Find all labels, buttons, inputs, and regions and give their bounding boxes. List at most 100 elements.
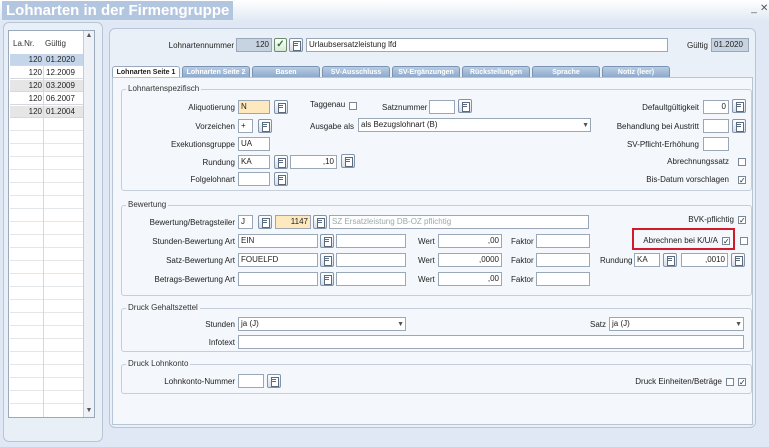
satznummer-field[interactable] xyxy=(429,100,455,114)
stunden-bewertung-lookup-icon[interactable] xyxy=(320,234,334,248)
ausgabe-select[interactable]: als Bezugslohnart (B) ▼ xyxy=(358,118,591,132)
bvk-label: BVK-pflichtig xyxy=(688,215,734,224)
behandlung-lookup-icon[interactable] xyxy=(732,119,746,133)
betragsteiler-field[interactable]: J xyxy=(238,215,253,229)
empty-list-row xyxy=(10,392,83,404)
satznummer-lookup-icon[interactable] xyxy=(458,99,472,113)
close-button[interactable]: ✕ xyxy=(760,4,768,14)
behandlung-field[interactable] xyxy=(703,119,729,133)
window-title: Lohnarten in der Firmengruppe xyxy=(2,1,234,20)
taggenau-checkbox[interactable] xyxy=(349,102,357,110)
vorzeichen-label: Vorzeichen xyxy=(195,122,235,131)
betragsteiler-number-lookup-icon[interactable] xyxy=(313,215,327,229)
empty-list-row xyxy=(10,275,83,287)
taggenau-label: Taggenau xyxy=(310,100,346,109)
empty-list-row xyxy=(10,171,83,183)
einheiten-checkbox[interactable] xyxy=(726,378,734,386)
column-divider xyxy=(43,55,44,417)
section-title: Bewertung xyxy=(126,200,169,209)
lohnart-history-list: La.Nr. Gültig 120 01.2020 120 12.2009 120 0… xyxy=(8,30,95,418)
gz-satz-select[interactable]: ja (J) ▼ xyxy=(609,317,744,331)
section-lohnartenspezifisch: Lohnartenspezifisch Aliquotierung N Tagg… xyxy=(121,84,752,191)
list-item[interactable]: 120 06.2007 xyxy=(10,93,83,105)
satz-faktor-field[interactable] xyxy=(536,253,590,267)
list-item[interactable]: 120 01.2020 xyxy=(10,54,83,66)
folgelohnart-field[interactable] xyxy=(238,172,270,186)
aliquotierung-lookup-icon[interactable] xyxy=(274,100,288,114)
minimize-button[interactable]: _ xyxy=(750,4,758,14)
defaultgueltigkeit-field[interactable]: 0 xyxy=(703,100,729,114)
folgelohnart-lookup-icon[interactable] xyxy=(274,172,288,186)
rundung-value-field[interactable]: ,10 xyxy=(290,155,337,169)
betrags-faktor-field[interactable] xyxy=(536,272,590,286)
scroll-down-icon[interactable]: ▼ xyxy=(85,407,93,415)
empty-list-row xyxy=(10,379,83,391)
satz-bewertung-lookup-icon[interactable] xyxy=(320,253,334,267)
betrags-bewertung-field[interactable] xyxy=(238,272,318,286)
confirm-check-icon[interactable]: ✓ xyxy=(274,38,287,52)
stunden-wert-field[interactable]: ,00 xyxy=(438,234,502,248)
defaultgueltigkeit-lookup-icon[interactable] xyxy=(732,99,746,113)
bewertung-rundung-value[interactable]: ,0010 xyxy=(681,253,728,267)
section-title: Druck Lohnkonto xyxy=(126,359,191,368)
empty-list-row xyxy=(10,327,83,339)
betrags-bewertung-desc xyxy=(336,272,406,286)
chevron-down-icon: ▼ xyxy=(735,321,742,328)
lohnkonto-nummer-label: Lohnkonto-Nummer xyxy=(164,377,235,386)
list-item[interactable]: 120 01.2004 xyxy=(10,106,83,118)
rundung-value-lookup-icon[interactable] xyxy=(341,154,355,168)
empty-list-row xyxy=(10,119,83,131)
stunden-wert-label: Wert xyxy=(418,237,435,246)
stunden-bewertung-field[interactable]: EIN xyxy=(238,234,318,248)
gueltig-field[interactable]: 01.2020 xyxy=(711,38,749,52)
empty-list-row xyxy=(10,340,83,352)
stunden-faktor-field[interactable] xyxy=(536,234,590,248)
empty-list-row xyxy=(10,158,83,170)
abrechnen-extra-checkbox[interactable] xyxy=(740,237,748,245)
exekutionsgruppe-field[interactable]: UA xyxy=(238,137,270,151)
section-bewertung: Bewertung Bewertung/Betragsteiler J 1147… xyxy=(121,200,752,296)
betrags-bewertung-lookup-icon[interactable] xyxy=(320,272,334,286)
scroll-up-icon[interactable]: ▲ xyxy=(85,32,93,40)
empty-list-row xyxy=(10,145,83,157)
aliquotierung-label: Aliquotierung xyxy=(188,103,235,112)
betragsteiler-lookup-icon[interactable] xyxy=(258,215,272,229)
betragsteiler-number-field[interactable]: 1147 xyxy=(275,215,311,229)
gz-infotext-field[interactable] xyxy=(238,335,744,349)
list-item[interactable]: 120 12.2009 xyxy=(10,67,83,79)
satznummer-label: Satznummer xyxy=(382,103,428,112)
list-item[interactable]: 120 03.2009 xyxy=(10,80,83,92)
abrechnungssatz-checkbox[interactable] xyxy=(738,158,746,166)
bisdatum-checkbox[interactable]: ✓ xyxy=(738,176,746,185)
lookup-icon[interactable] xyxy=(289,38,303,52)
lohnart-name-field[interactable]: Urlaubsersatzleistung lfd xyxy=(306,38,668,52)
empty-list-row xyxy=(10,353,83,365)
einheiten-checkbox-checked[interactable]: ✓ xyxy=(738,378,746,387)
gz-infotext-label: Infotext xyxy=(208,338,235,347)
gz-stunden-label: Stunden xyxy=(205,320,235,329)
list-scrollbar[interactable]: ▲ ▼ xyxy=(83,31,94,417)
bewertung-rundung-value-lookup-icon[interactable] xyxy=(731,253,745,267)
gz-stunden-select[interactable]: ja (J) ▼ xyxy=(238,317,406,331)
betragsteiler-label: Bewertung/Betragsteiler xyxy=(149,218,235,227)
aliquotierung-field[interactable]: N xyxy=(238,100,270,114)
exekutionsgruppe-label: Exekutionsgruppe xyxy=(170,140,235,149)
bewertung-rundung-field[interactable]: KA xyxy=(634,253,660,267)
betrags-wert-field[interactable]: ,00 xyxy=(438,272,502,286)
lohnkonto-nummer-field[interactable] xyxy=(238,374,264,388)
lohnartennummer-field[interactable]: 120 xyxy=(236,38,272,52)
folgelohnart-label: Folgelohnart xyxy=(190,175,235,184)
svpflicht-field[interactable] xyxy=(703,137,729,151)
satz-bewertung-field[interactable]: FOUELFD xyxy=(238,253,318,267)
ausgabe-label: Ausgabe als xyxy=(310,122,355,131)
satz-wert-field[interactable]: ,0000 xyxy=(438,253,502,267)
vorzeichen-field[interactable]: + xyxy=(238,119,253,133)
satz-faktor-label: Faktor xyxy=(511,256,534,265)
rundung-lookup-icon[interactable] xyxy=(274,155,288,169)
bewertung-rundung-lookup-icon[interactable] xyxy=(663,253,677,267)
lohnkonto-nummer-lookup-icon[interactable] xyxy=(267,374,281,388)
bvk-checkbox[interactable]: ✓ xyxy=(738,216,746,225)
rundung-field[interactable]: KA xyxy=(238,155,270,169)
col-header-gueltig: Gültig xyxy=(45,39,66,48)
vorzeichen-lookup-icon[interactable] xyxy=(258,119,272,133)
